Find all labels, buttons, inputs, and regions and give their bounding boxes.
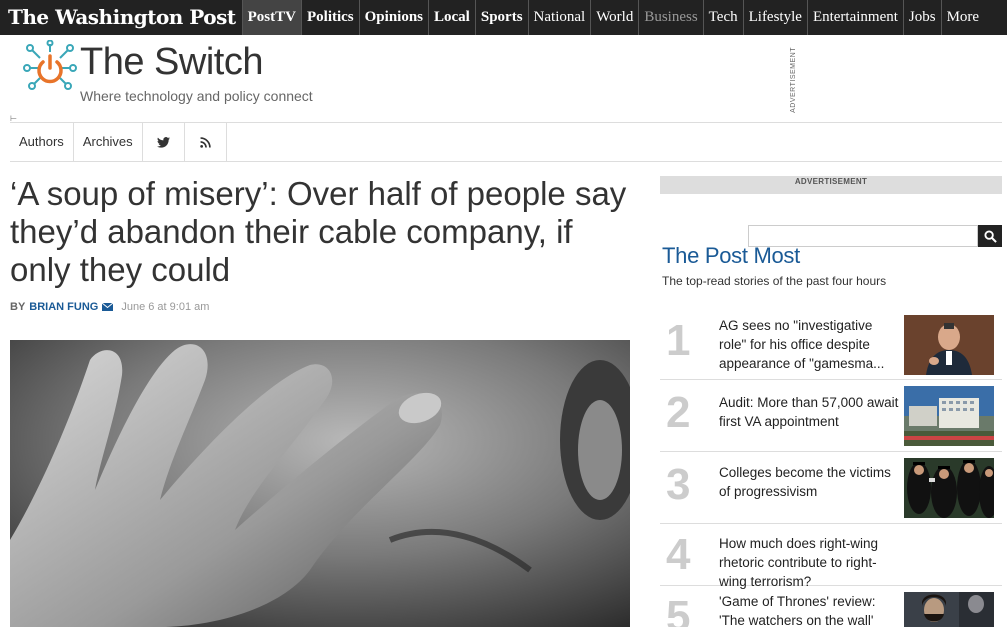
nav-local[interactable]: Local [428, 0, 475, 35]
post-most-item[interactable]: 3 Colleges become the victims of progres… [660, 452, 1002, 524]
publish-date: June 6 at 9:01 am [121, 301, 210, 313]
post-most-title[interactable]: The Post Most [662, 243, 800, 269]
nav-politics[interactable]: Politics [300, 0, 359, 35]
story-thumbnail[interactable] [904, 592, 994, 627]
nav-posttv[interactable]: PostTV [241, 0, 301, 35]
rank-number: 5 [666, 592, 691, 627]
rank-number: 4 [666, 530, 691, 579]
article-hero-image [10, 340, 630, 627]
post-most-subtitle: The top-read stories of the past four ho… [662, 274, 887, 288]
post-most-item[interactable]: 4 How much does right-wing rhetoric cont… [660, 524, 1002, 589]
nav-tech[interactable]: Tech [702, 0, 743, 35]
nav-jobs[interactable]: Jobs [902, 0, 941, 35]
nav-lifestyle[interactable]: Lifestyle [742, 0, 807, 35]
blog-tagline: Where technology and policy connect [80, 88, 313, 104]
sidebar-advertisement: ADVERTISEMENT [660, 176, 1002, 194]
story-thumbnail[interactable] [904, 458, 994, 518]
author-link[interactable]: BRIAN FUNG [29, 301, 98, 313]
story-title[interactable]: AG sees no "investigative role" for his … [719, 316, 901, 373]
story-title[interactable]: Audit: More than 57,000 await first VA a… [719, 393, 901, 431]
article-headline: ‘A soup of misery’: Over half of people … [10, 175, 627, 288]
advertisement-label: ADVERTISEMENT [790, 47, 797, 113]
story-thumbnail[interactable] [904, 386, 994, 446]
nav-more[interactable]: More [940, 0, 985, 35]
search-button[interactable] [978, 225, 1002, 247]
email-icon[interactable] [102, 303, 114, 311]
story-thumbnail[interactable] [904, 315, 994, 375]
story-title[interactable]: 'Game of Thrones' review: 'The watchers … [719, 592, 901, 627]
post-most-item[interactable]: 5 'Game of Thrones' review: 'The watcher… [660, 586, 1002, 627]
blog-title[interactable]: The Switch [80, 41, 263, 84]
story-title[interactable]: How much does right-wing rhetoric contri… [719, 534, 901, 591]
twitter-icon[interactable] [143, 123, 185, 161]
byline: BY BRIAN FUNG June 6 at 9:01 am [10, 301, 209, 313]
subnav-authors[interactable]: Authors [10, 123, 74, 161]
rss-icon[interactable] [185, 123, 227, 161]
subnav-archives[interactable]: Archives [74, 123, 143, 161]
nav-world[interactable]: World [590, 0, 638, 35]
rank-number: 2 [666, 388, 691, 437]
post-most-item[interactable]: 1 AG sees no "investigative role" for hi… [660, 306, 1002, 380]
byline-prefix: BY [10, 301, 26, 313]
rank-number: 3 [666, 460, 691, 509]
nav-opinions[interactable]: Opinions [358, 0, 428, 35]
story-title[interactable]: Colleges become the victims of progressi… [719, 463, 901, 501]
rank-number: 1 [666, 316, 691, 365]
search-icon [983, 229, 997, 243]
nav-national[interactable]: National [527, 0, 591, 35]
post-most-item[interactable]: 2 Audit: More than 57,000 await first VA… [660, 380, 1002, 452]
nav-entertainment[interactable]: Entertainment [806, 0, 903, 35]
top-nav: The Washington Post PostTV Politics Opin… [0, 0, 1007, 35]
nav-business[interactable]: Business [638, 0, 702, 35]
washington-post-logo[interactable]: The Washington Post [0, 0, 242, 35]
nav-sports[interactable]: Sports [474, 0, 528, 35]
blog-subnav: Authors Archives [10, 122, 1002, 162]
switch-logo-icon[interactable] [22, 40, 78, 94]
